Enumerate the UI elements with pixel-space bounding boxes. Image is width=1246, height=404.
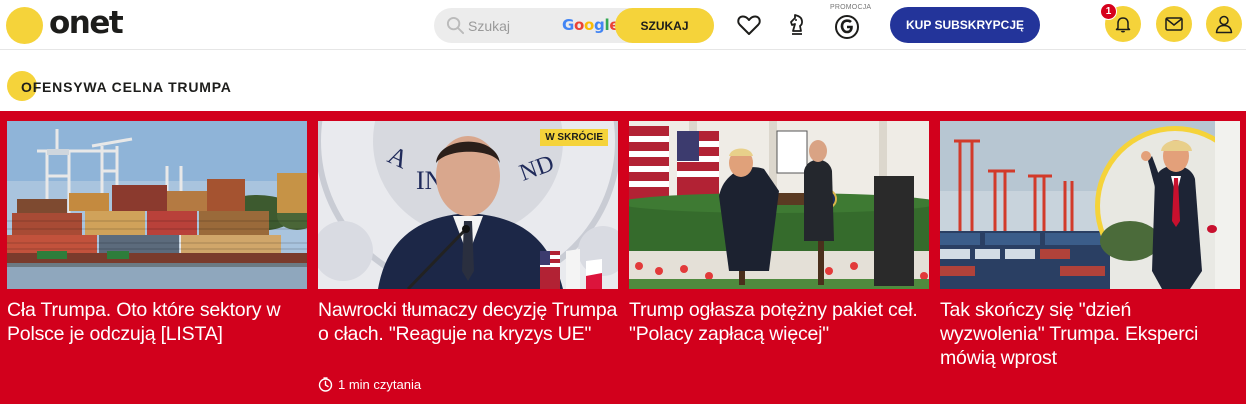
article-image-speaker: A IN ND W SKRÓCIE (318, 121, 618, 289)
chess-knight-icon[interactable] (784, 12, 810, 38)
article-title: Nawrocki tłumaczy decyzję Trumpa o cłach… (318, 299, 618, 345)
article-image-signing (629, 121, 929, 289)
article-title: Trump ogłasza potężny pakiet ceł. "Polac… (629, 299, 918, 345)
search-button[interactable]: SZUKAJ (615, 8, 714, 43)
user-icon (1215, 15, 1233, 34)
article-card[interactable]: Cła Trumpa. Oto które sektory w Polsce j… (7, 121, 307, 404)
logo-text: onet (49, 5, 124, 41)
article-card[interactable]: A IN ND W SKRÓCIE Nawrocki tłumaczy decy… (318, 121, 618, 404)
clock-icon (318, 377, 333, 392)
google-label: Google (562, 16, 619, 34)
section-title: OFENSYWA CELNA TRUMPA (21, 79, 232, 95)
logo-circle (6, 6, 43, 44)
article-image-port (7, 121, 307, 289)
article-card[interactable]: Tak skończy się "dzień wyzwolenia" Trump… (940, 121, 1240, 404)
article-title: Cła Trumpa. Oto które sektory w Polsce j… (7, 299, 281, 345)
bell-icon (1115, 17, 1131, 33)
search-bar: Google SZUKAJ (434, 8, 714, 43)
g-promo-icon[interactable] (834, 14, 860, 40)
mail-button[interactable] (1156, 6, 1192, 42)
subscribe-button[interactable]: KUP SUBSKRYPCJĘ (890, 7, 1040, 43)
short-badge: W SKRÓCIE (540, 129, 608, 146)
article-title: Tak skończy się "dzień wyzwolenia" Trump… (940, 299, 1199, 369)
read-time: 1 min czytania (318, 377, 421, 392)
article-card[interactable]: Trump ogłasza potężny pakiet ceł. "Polac… (629, 121, 929, 404)
heart-icon[interactable] (736, 12, 762, 38)
notifications-badge: 1 (1100, 3, 1117, 20)
read-time-text: 1 min czytania (338, 377, 422, 392)
promo-label: PROMOCJA (830, 4, 872, 11)
onet-logo[interactable]: onet (6, 5, 124, 44)
mail-icon (1165, 17, 1183, 31)
top-header: onet Google SZUKAJ PROMOCJA KUP SUBSKRYP… (0, 0, 1246, 50)
search-input[interactable] (468, 8, 558, 43)
search-icon (446, 16, 465, 35)
user-account-button[interactable] (1206, 6, 1242, 42)
article-image-port-trump (940, 121, 1240, 289)
